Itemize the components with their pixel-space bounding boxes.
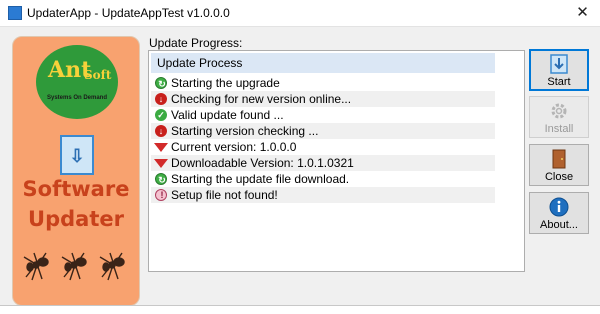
window-title: UpdaterApp - UpdateAppTest v1.0.0.0 [27,6,230,20]
logo-tagline: Systems On Demand [46,95,108,101]
banner-title-line2: Updater [28,207,124,231]
list-item[interactable]: Current version: 1.0.0.0 [151,139,495,155]
list-item[interactable]: ↓ Checking for new version online... [151,91,495,107]
close-window-button[interactable]: ✕ [565,0,600,26]
update-progress-label: Update Progress: [149,36,243,50]
about-button-label: About... [540,219,578,231]
install-button-label: Install [544,123,574,135]
title-bar: UpdaterApp - UpdateAppTest v1.0.0.0 ✕ [0,0,600,26]
download-arrow-icon: ↓ [155,93,167,105]
close-button[interactable]: Close [529,144,589,186]
banner-title-line1: Software [22,177,130,201]
column-header-update-process[interactable]: Update Process [151,53,495,73]
spinner-icon: ↻ [155,173,167,185]
download-arrow-icon: ↓ [155,125,167,137]
error-icon: ! [155,189,167,201]
antsoft-logo: Ant Soft Systems On Demand [36,45,118,119]
about-button[interactable]: About... [529,192,589,234]
document-download-icon: ⇩ [60,135,94,175]
list-item-text: Starting the update file download. [171,172,350,186]
install-button[interactable]: Install [529,96,589,138]
check-icon: ✓ [155,109,167,121]
list-item[interactable]: ! Setup file not found! [151,187,495,203]
gem-icon [154,143,168,152]
list-item-text: Setup file not found! [171,188,278,202]
gear-icon [551,103,567,119]
list-item-text: Starting version checking ... [171,124,319,138]
start-button-label: Start [547,76,571,88]
close-button-label: Close [544,171,574,183]
list-item[interactable]: ↓ Starting version checking ... [151,123,495,139]
list-item-text: Current version: 1.0.0.0 [171,140,297,154]
ant-icon [23,252,49,281]
logo-soft-text: Soft [84,68,112,82]
ant-icon [61,252,87,281]
list-item-text: Downloadable Version: 1.0.1.0321 [171,156,354,170]
ants-illustration [23,252,125,281]
list-item[interactable]: ↻ Starting the upgrade [151,75,495,91]
download-icon [550,54,568,74]
spinner-icon: ↻ [155,77,167,89]
start-button[interactable]: Start [529,49,589,91]
list-item[interactable]: Downloadable Version: 1.0.1.0321 [151,155,495,171]
door-icon [552,149,566,169]
list-item[interactable]: ↻ Starting the update file download. [151,171,495,187]
client-area: Ant Soft Systems On Demand ⇩ Software Up… [0,26,600,314]
update-process-list[interactable]: Update Process ↻ Starting the upgrade ↓ Che… [148,50,525,272]
gem-icon [154,159,168,168]
list-item[interactable]: ✓ Valid update found ... [151,107,495,123]
branding-banner: Ant Soft Systems On Demand ⇩ Software Up… [12,36,140,306]
info-icon [549,197,569,217]
list-item-text: Checking for new version online... [171,92,352,106]
list-item-text: Valid update found ... [171,108,284,122]
ant-icon [99,252,125,281]
app-icon [8,6,22,20]
list-item-text: Starting the upgrade [171,76,280,90]
